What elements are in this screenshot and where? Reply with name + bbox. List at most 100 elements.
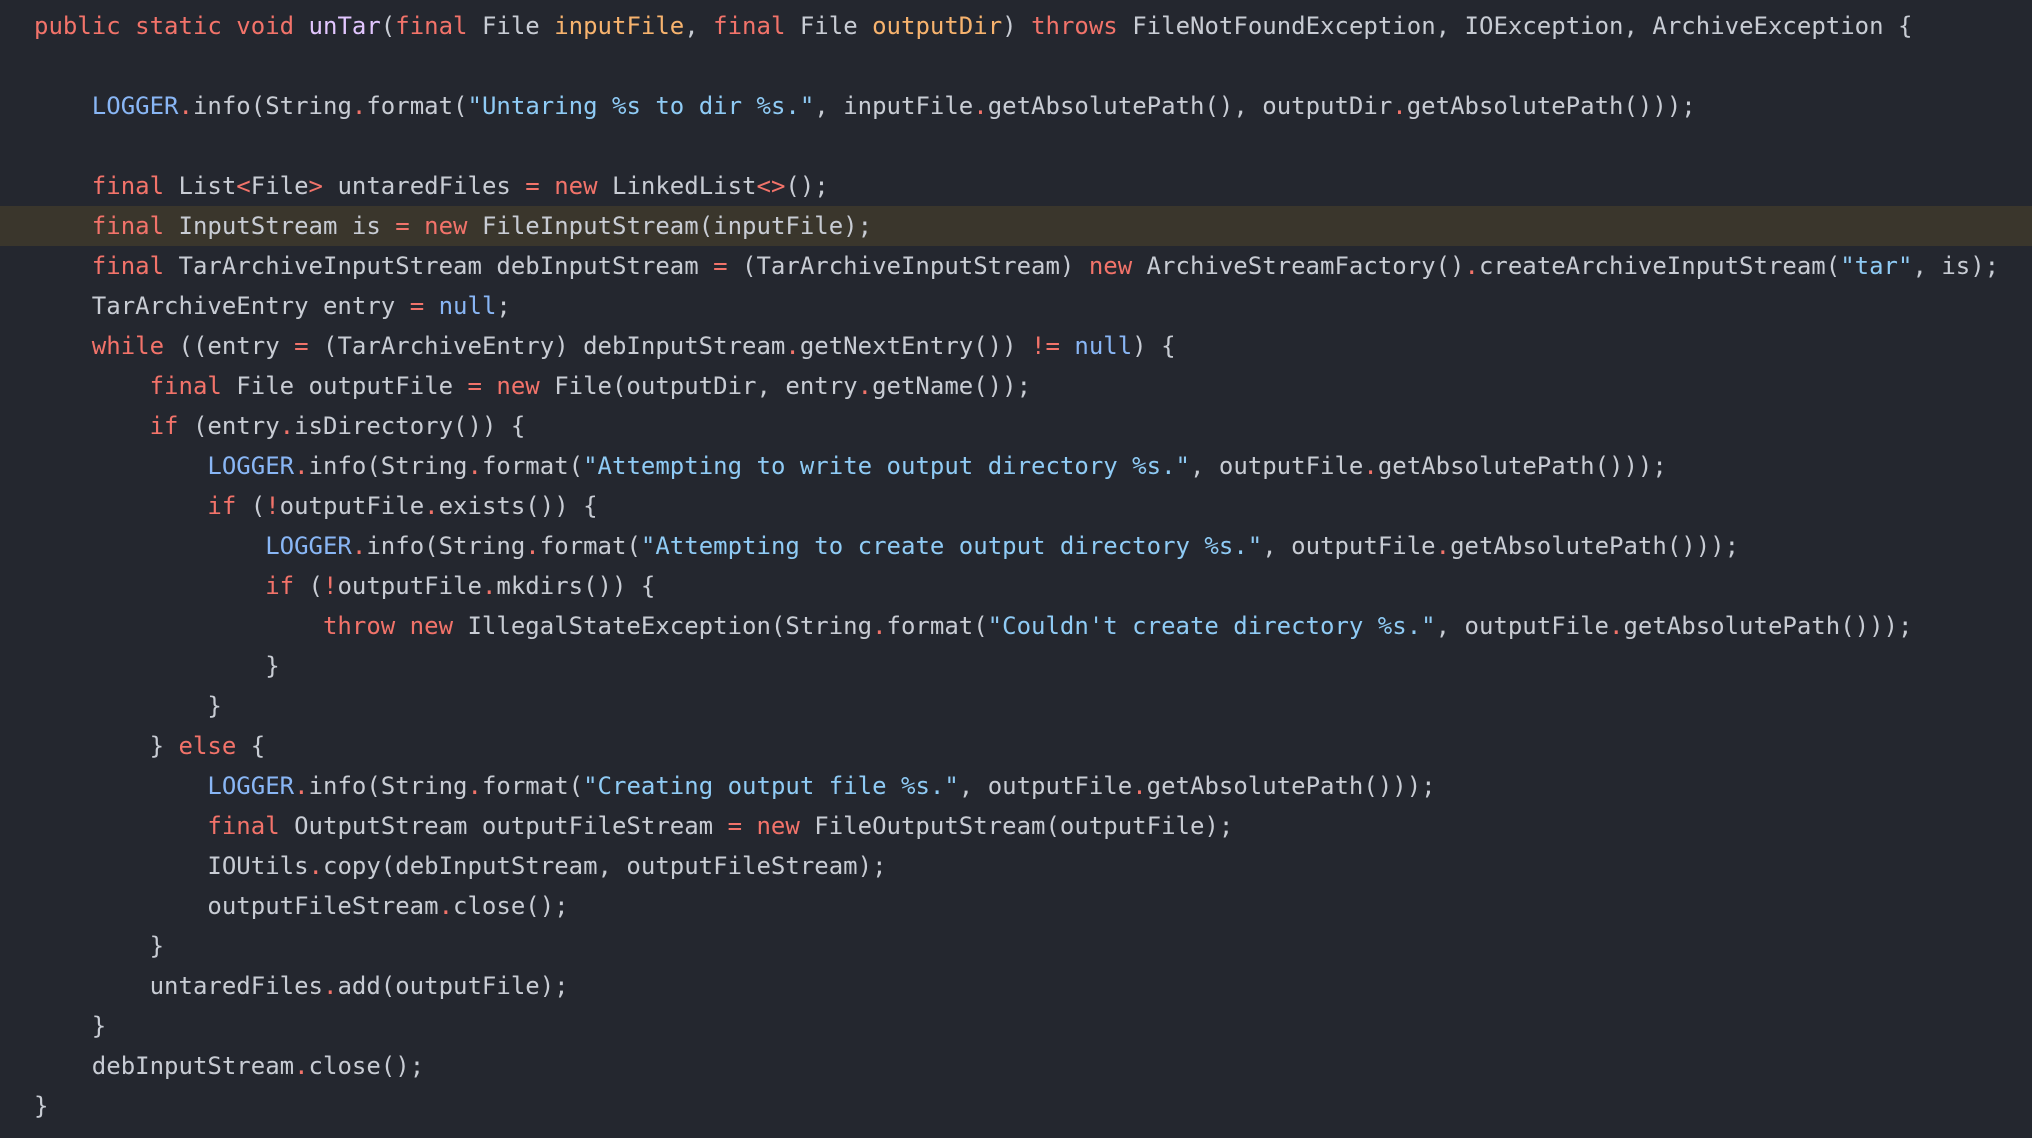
code-token: TarArchiveEntry entry xyxy=(34,292,410,320)
code-token: File outputFile xyxy=(236,372,468,400)
code-token: "Attempting to create output directory %… xyxy=(640,532,1263,560)
code-token: format( xyxy=(481,772,584,800)
code-token: outputFileStream xyxy=(34,892,439,920)
code-line[interactable]: } else { xyxy=(0,726,2032,766)
code-line[interactable]: final InputStream is = new FileInputStre… xyxy=(0,206,2032,246)
code-line[interactable] xyxy=(0,126,2032,166)
code-line[interactable]: LOGGER.info(String.format("Attempting to… xyxy=(0,526,2032,566)
code-token: TarArchiveInputStream debInputStream xyxy=(178,252,714,280)
code-line[interactable]: throw new IllegalStateException(String.f… xyxy=(0,606,2032,646)
code-token: ) { xyxy=(1132,332,1176,360)
code-token: null xyxy=(438,292,497,320)
code-token: . xyxy=(1609,612,1624,640)
code-token: ((entry xyxy=(178,332,295,360)
code-line[interactable]: TarArchiveEntry entry = null; xyxy=(0,286,2032,326)
code-token: ( xyxy=(380,12,396,40)
code-token: , xyxy=(684,12,714,40)
code-token: (); xyxy=(785,172,829,200)
code-line[interactable] xyxy=(0,46,2032,86)
code-token: = xyxy=(713,252,743,280)
code-token: OutputStream outputFileStream xyxy=(294,812,728,840)
code-token: format( xyxy=(481,452,584,480)
code-token: . xyxy=(525,532,540,560)
code-line[interactable]: while ((entry = (TarArchiveEntry) debInp… xyxy=(0,326,2032,366)
code-token: getName()); xyxy=(872,372,1032,400)
code-token: } xyxy=(34,692,222,720)
code-token: , inputFile xyxy=(814,92,974,120)
code-token: final xyxy=(91,212,179,240)
code-token: getNextEntry()) xyxy=(799,332,1032,360)
code-token: final xyxy=(149,372,237,400)
code-line[interactable]: } xyxy=(0,926,2032,966)
code-token: < xyxy=(236,172,251,200)
code-token: } xyxy=(34,732,179,760)
code-token: final xyxy=(207,812,295,840)
code-token: info(String xyxy=(192,92,352,120)
code-token: ( xyxy=(250,492,266,520)
code-token: throws xyxy=(1031,12,1133,40)
code-token: File xyxy=(481,12,555,40)
code-line[interactable]: if (!outputFile.mkdirs()) { xyxy=(0,566,2032,606)
code-token: getAbsolutePath())); xyxy=(1450,532,1740,560)
code-line[interactable]: public static void unTar(final File inpu… xyxy=(0,6,2032,46)
code-token: File(outputDir, entry xyxy=(554,372,858,400)
code-token: info(String xyxy=(366,532,526,560)
code-token: "Attempting to write output directory %s… xyxy=(583,452,1190,480)
code-line[interactable]: IOUtils.copy(debInputStream, outputFileS… xyxy=(0,846,2032,886)
code-line[interactable]: } xyxy=(0,686,2032,726)
code-token: . xyxy=(467,452,482,480)
code-token: . xyxy=(467,772,482,800)
code-line[interactable]: untaredFiles.add(outputFile); xyxy=(0,966,2032,1006)
code-line[interactable]: if (!outputFile.exists()) { xyxy=(0,486,2032,526)
code-token: close(); xyxy=(308,1052,425,1080)
code-token: final xyxy=(91,172,179,200)
code-line[interactable]: final List<File> untaredFiles = new Link… xyxy=(0,166,2032,206)
code-token: . xyxy=(322,972,338,1000)
code-line[interactable]: if (entry.isDirectory()) { xyxy=(0,406,2032,446)
code-token: if xyxy=(149,412,193,440)
code-token: "Couldn't create directory %s." xyxy=(987,612,1436,640)
code-line[interactable]: LOGGER.info(String.format("Creating outp… xyxy=(0,766,2032,806)
code-token: getAbsolutePath())); xyxy=(1146,772,1436,800)
code-token: info(String xyxy=(308,772,468,800)
code-token: , outputFile xyxy=(1435,612,1609,640)
code-token: info(String xyxy=(308,452,468,480)
code-token: } xyxy=(34,1012,107,1040)
code-line[interactable]: } xyxy=(0,1086,2032,1126)
code-token: . xyxy=(785,332,800,360)
code-token: , outputFile xyxy=(1189,452,1364,480)
code-token: } xyxy=(34,932,165,960)
code-line[interactable]: } xyxy=(0,646,2032,686)
code-token: if xyxy=(207,492,251,520)
code-token: File xyxy=(799,12,873,40)
code-token: . xyxy=(279,412,295,440)
code-token: "tar" xyxy=(1840,252,1913,280)
code-line[interactable]: LOGGER.info(String.format("Untaring %s t… xyxy=(0,86,2032,126)
code-line[interactable]: } xyxy=(0,1006,2032,1046)
code-token: = xyxy=(395,212,425,240)
code-token: = xyxy=(727,812,757,840)
code-token: if xyxy=(265,572,309,600)
code-line[interactable]: final TarArchiveInputStream debInputStre… xyxy=(0,246,2032,286)
code-line[interactable]: final OutputStream outputFileStream = ne… xyxy=(0,806,2032,846)
code-token: FileOutputStream(outputFile); xyxy=(814,812,1234,840)
code-token: . xyxy=(481,572,497,600)
code-line[interactable]: outputFileStream.close(); xyxy=(0,886,2032,926)
code-token: "Untaring %s to dir %s." xyxy=(467,92,815,120)
code-token: List xyxy=(178,172,237,200)
code-token: . xyxy=(1132,772,1147,800)
code-editor[interactable]: public static void unTar(final File inpu… xyxy=(0,0,2032,1138)
code-token: . xyxy=(438,892,454,920)
code-line[interactable]: debInputStream.close(); xyxy=(0,1046,2032,1086)
code-token: (TarArchiveInputStream) xyxy=(742,252,1089,280)
code-line[interactable]: final File outputFile = new File(outputD… xyxy=(0,366,2032,406)
code-token: . xyxy=(294,1052,309,1080)
code-line[interactable]: LOGGER.info(String.format("Attempting to… xyxy=(0,446,2032,486)
code-token: } xyxy=(34,1092,49,1120)
